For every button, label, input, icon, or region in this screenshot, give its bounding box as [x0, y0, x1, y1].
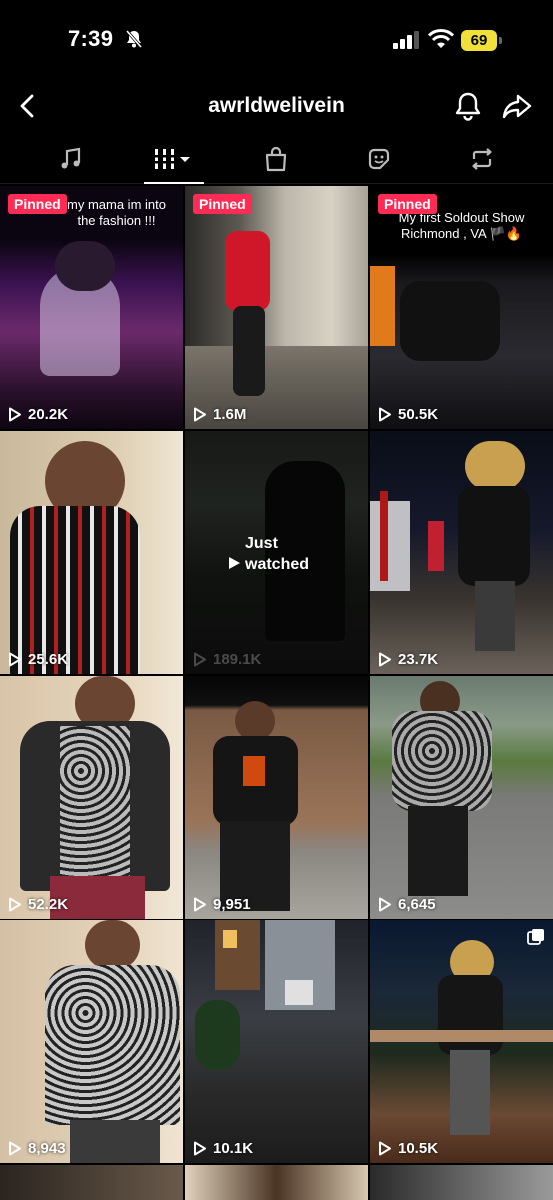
- view-count: 1.6M: [193, 406, 246, 423]
- multi-photo-icon: [527, 929, 544, 945]
- video-thumbnail[interactable]: 9,951: [185, 676, 368, 919]
- video-thumbnail[interactable]: 52.2K: [0, 676, 183, 919]
- music-note-icon: [61, 147, 81, 169]
- repost-icon: [472, 148, 492, 170]
- view-count: 52.2K: [8, 896, 68, 913]
- videos-grid-icon: [155, 149, 190, 169]
- profile-tab-bar: [0, 136, 553, 184]
- cellular-signal-icon: [393, 31, 419, 49]
- play-icon: [9, 897, 21, 912]
- play-icon: [9, 407, 21, 422]
- video-thumbnail[interactable]: [0, 1165, 183, 1200]
- tab-stickers[interactable]: [349, 136, 409, 182]
- video-thumbnail[interactable]: my mama im into the fashion !!! Pinned 2…: [0, 186, 183, 429]
- tab-reposts[interactable]: [452, 136, 512, 182]
- view-count: 20.2K: [8, 406, 68, 423]
- battery-level: 69: [461, 30, 497, 51]
- play-icon: [194, 897, 206, 912]
- view-count: 10.1K: [193, 1140, 253, 1157]
- pinned-badge: Pinned: [378, 194, 437, 214]
- video-thumbnail[interactable]: My first Soldout Show Richmond , VA 🏴🔥 P…: [370, 186, 553, 429]
- video-thumbnail[interactable]: 8,943: [0, 920, 183, 1163]
- share-arrow-icon[interactable]: [501, 90, 533, 122]
- wifi-icon: [428, 29, 454, 48]
- video-thumbnail[interactable]: 6,645: [370, 676, 553, 919]
- silent-bell-icon: [125, 30, 143, 48]
- video-thumbnail[interactable]: 10.1K: [185, 920, 368, 1163]
- view-count: 50.5K: [378, 406, 438, 423]
- tab-videos[interactable]: [144, 136, 204, 184]
- play-icon: [194, 652, 206, 667]
- notification-bell-icon[interactable]: [453, 90, 483, 122]
- view-count: 25.6K: [8, 651, 68, 668]
- view-count: 6,645: [378, 896, 436, 913]
- tab-shop[interactable]: [246, 136, 306, 182]
- play-icon: [379, 897, 391, 912]
- video-thumbnail[interactable]: [185, 1165, 368, 1200]
- play-icon: [194, 1141, 206, 1156]
- play-icon: [229, 557, 240, 569]
- just-watched-label: Just watched: [185, 533, 368, 576]
- tab-music[interactable]: [41, 136, 101, 182]
- video-thumbnail[interactable]: Pinned 1.6M: [185, 186, 368, 429]
- profile-header: awrldwelivein: [0, 80, 553, 132]
- video-thumbnail[interactable]: 23.7K: [370, 431, 553, 674]
- play-icon: [379, 407, 391, 422]
- view-count: 8,943: [8, 1140, 66, 1157]
- shop-bag-icon: [265, 146, 287, 172]
- video-caption: My first Soldout Show Richmond , VA 🏴🔥: [398, 210, 525, 241]
- view-count: 23.7K: [378, 651, 438, 668]
- view-count: 189.1K: [193, 651, 261, 668]
- play-icon: [9, 1141, 21, 1156]
- view-count: 10.5K: [378, 1140, 438, 1157]
- status-bar: 7:39 69: [0, 0, 553, 80]
- video-thumbnail[interactable]: 25.6K: [0, 431, 183, 674]
- sticker-icon: [368, 148, 390, 170]
- view-count: 9,951: [193, 896, 251, 913]
- pinned-badge: Pinned: [193, 194, 252, 214]
- play-icon: [194, 407, 206, 422]
- video-thumbnail[interactable]: Just watched 189.1K: [185, 431, 368, 674]
- play-icon: [9, 652, 21, 667]
- video-thumbnail[interactable]: [370, 1165, 553, 1200]
- status-time: 7:39: [68, 26, 114, 51]
- play-icon: [379, 652, 391, 667]
- pinned-badge: Pinned: [8, 194, 67, 214]
- battery-indicator: 69: [461, 30, 503, 51]
- play-icon: [379, 1141, 391, 1156]
- video-thumbnail[interactable]: 10.5K: [370, 920, 553, 1163]
